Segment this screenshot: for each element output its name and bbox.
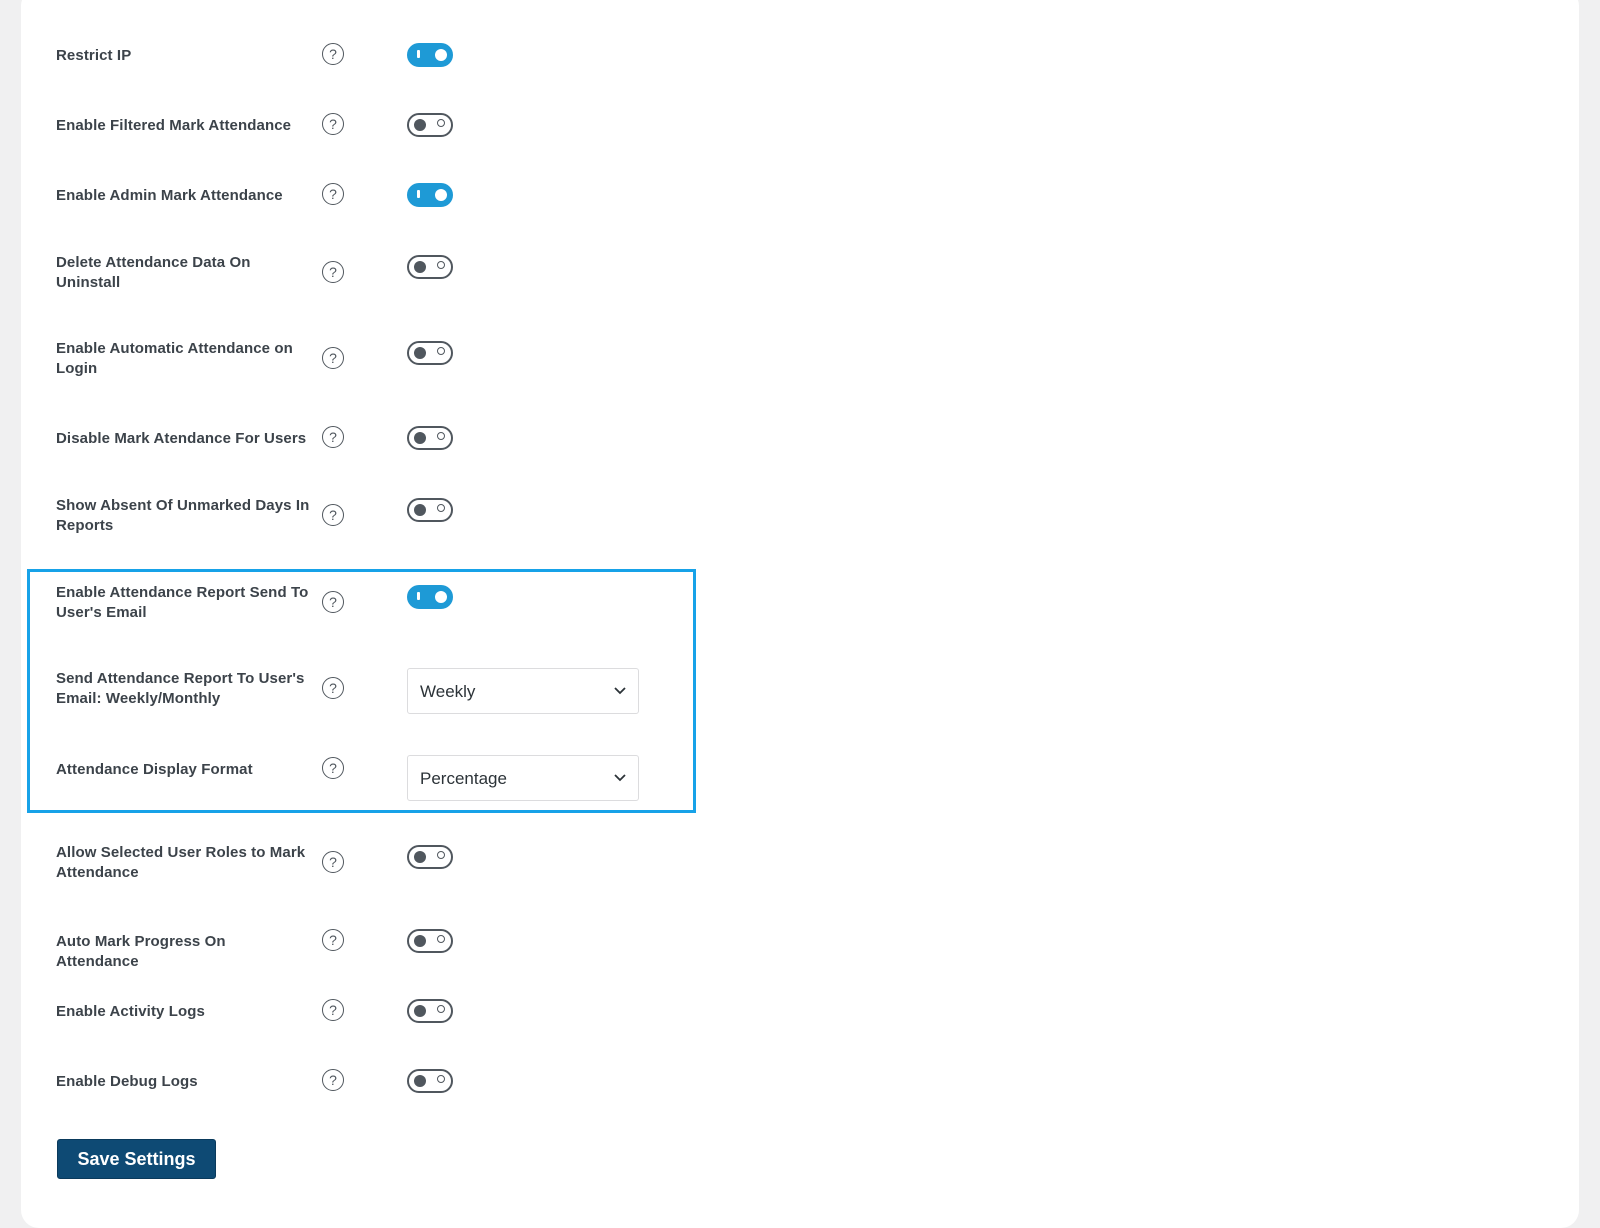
setting-label: Enable Attendance Report Send To User's … [56, 584, 309, 621]
setting-label: Show Absent Of Unmarked Days In Reports [56, 497, 310, 534]
help-icon[interactable]: ? [322, 1069, 344, 1091]
help-icon[interactable]: ? [322, 999, 344, 1021]
toggle-switch[interactable] [407, 341, 453, 365]
setting-label: Enable Filtered Mark Attendance [56, 117, 292, 134]
help-icon[interactable]: ? [322, 183, 344, 205]
toggle-switch[interactable] [407, 498, 453, 522]
help-icon[interactable]: ? [322, 677, 344, 699]
toggle-switch[interactable] [407, 929, 453, 953]
help-icon[interactable]: ? [322, 113, 344, 135]
toggle-switch[interactable] [407, 426, 453, 450]
help-icon[interactable]: ? [322, 347, 344, 369]
setting-label: Send Attendance Report To User's Email: … [56, 670, 305, 707]
setting-label: Enable Admin Mark Attendance [56, 187, 283, 204]
toggle-switch[interactable] [407, 1069, 453, 1093]
toggle-switch[interactable] [407, 183, 453, 207]
help-icon[interactable]: ? [322, 43, 344, 65]
setting-label: Enable Activity Logs [56, 1003, 205, 1020]
toggle-switch[interactable] [407, 845, 453, 869]
toggle-switch[interactable] [407, 999, 453, 1023]
setting-label: Disable Mark Atendance For Users [56, 430, 307, 447]
select-value: Weekly [420, 682, 476, 701]
setting-label: Restrict IP [56, 47, 132, 64]
setting-label: Enable Debug Logs [56, 1073, 198, 1090]
select-value: Percentage [420, 769, 507, 788]
chevron-down-icon [614, 774, 626, 782]
toggle-switch[interactable] [407, 43, 453, 67]
help-icon[interactable]: ? [322, 851, 344, 873]
help-icon[interactable]: ? [322, 504, 344, 526]
setting-label: Allow Selected User Roles to Mark Attend… [56, 844, 306, 881]
setting-label: Auto Mark Progress On Attendance [56, 933, 226, 970]
setting-label: Attendance Display Format [56, 761, 253, 778]
help-icon[interactable]: ? [322, 426, 344, 448]
report-frequency-select[interactable]: Weekly [407, 668, 639, 714]
toggle-switch[interactable] [407, 113, 453, 137]
help-icon[interactable]: ? [322, 261, 344, 283]
display-format-select[interactable]: Percentage [407, 755, 639, 801]
help-icon[interactable]: ? [322, 591, 344, 613]
toggle-switch[interactable] [407, 255, 453, 279]
toggle-switch[interactable] [407, 585, 453, 609]
chevron-down-icon [614, 687, 626, 695]
setting-label: Enable Automatic Attendance on Login [56, 340, 293, 377]
help-icon[interactable]: ? [322, 757, 344, 779]
setting-label: Delete Attendance Data On Uninstall [56, 254, 251, 291]
help-icon[interactable]: ? [322, 929, 344, 951]
save-settings-button[interactable]: Save Settings [57, 1139, 216, 1179]
